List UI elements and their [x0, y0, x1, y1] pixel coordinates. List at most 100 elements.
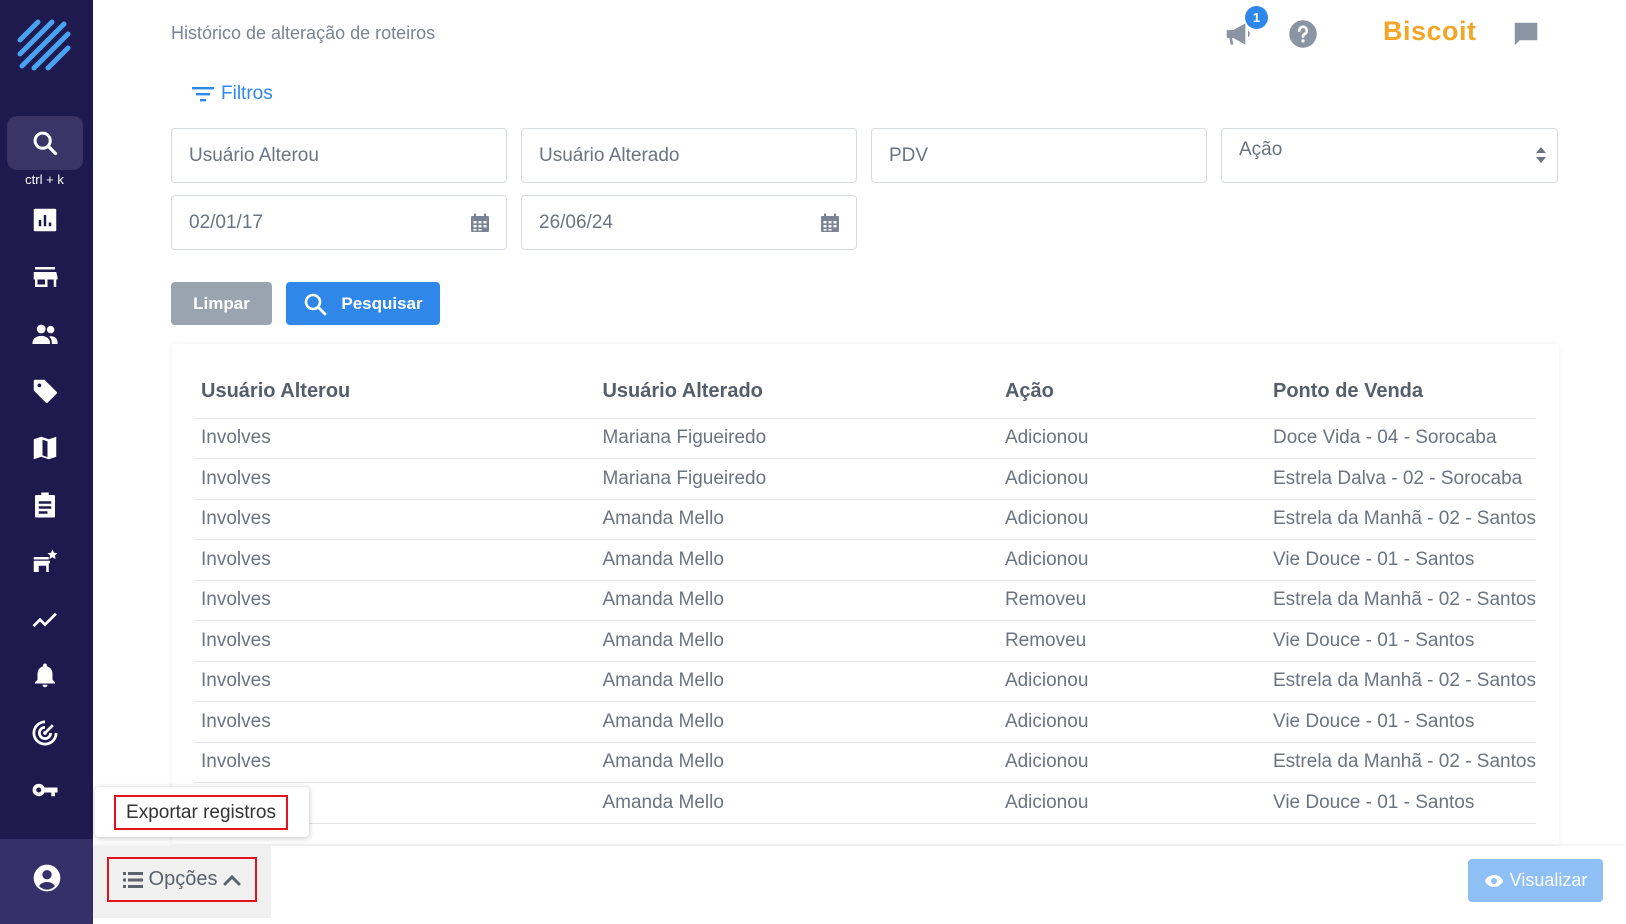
table-row[interactable]: InvolvesAmanda MelloAdicionouVie Douce -…: [194, 701, 1536, 743]
usuario-alterado-field[interactable]: [521, 128, 857, 183]
calendar-icon[interactable]: [470, 213, 490, 233]
chat-button[interactable]: [1508, 16, 1544, 52]
options-menu: Exportar registros: [95, 787, 309, 837]
acao-select[interactable]: Ação: [1221, 128, 1558, 183]
store-star-icon: [33, 549, 57, 572]
calendar-icon[interactable]: [820, 213, 840, 233]
logo-icon[interactable]: [16, 18, 74, 76]
table-cell: Involves: [194, 580, 596, 621]
table-row[interactable]: Involves Amanda Mello Removeu Vie Douce - 0…: [194, 620, 1536, 662]
table-cell: Amanda Mello: [595, 580, 998, 621]
help-button[interactable]: [1285, 16, 1321, 52]
table-cell: Involves: [194, 418, 596, 459]
table-cell: Involves: [194, 661, 596, 702]
brand-logo: Biscoit: [1383, 16, 1477, 46]
sidebar-item-map[interactable]: [0, 427, 89, 469]
table-cell: Adicionou: [997, 742, 1266, 783]
table-cell: Adicionou: [997, 458, 1266, 500]
sidebar-item-stores[interactable]: [0, 256, 89, 298]
table-cell: Involves: [194, 701, 596, 743]
store-icon: [33, 267, 57, 287]
list-icon: [122, 871, 143, 888]
table-row[interactable]: InvolvesAmanda MelloAdicionouVie Douce -…: [194, 782, 1536, 824]
table-row[interactable]: Involves Amanda Mello Adicionou Estrela da …: [194, 661, 1536, 702]
select-arrows-icon: [1536, 147, 1546, 163]
sidebar-item-store-favorites[interactable]: [0, 541, 89, 583]
sidebar-item-access[interactable]: [0, 769, 89, 811]
table-cell: Estrela da Manhã - 02 - Santos: [1265, 580, 1536, 621]
sidebar-item-radar[interactable]: [0, 712, 89, 754]
view-button[interactable]: Visualizar: [1468, 859, 1603, 902]
sidebar-item-people[interactable]: [0, 313, 89, 355]
clipboard-icon: [34, 492, 55, 518]
table-row[interactable]: Involves Mariana Figueiredo Adicionou Doce …: [194, 418, 1536, 459]
table-cell: Vie Douce - 01 - Santos: [1265, 539, 1536, 581]
table-cell: Adicionou: [997, 539, 1266, 581]
date-start-value: 02/01/17: [189, 211, 263, 233]
export-records-item[interactable]: Exportar registros: [114, 795, 288, 830]
date-end-field[interactable]: 26/06/24: [521, 195, 857, 250]
help-icon: [1289, 20, 1317, 48]
filters-toggle[interactable]: Filtros: [191, 83, 273, 105]
table-cell: Adicionou: [997, 701, 1266, 743]
table-cell: Adicionou: [997, 782, 1266, 824]
table-cell: Mariana Figueiredo: [595, 418, 998, 459]
table-cell: Amanda Mello: [595, 620, 998, 662]
radar-icon: [32, 720, 57, 746]
table-row[interactable]: Involves Mariana Figueiredo Adicionou Estre…: [194, 458, 1536, 500]
sidebar-item-notifications[interactable]: [0, 655, 89, 697]
search-icon: [33, 131, 58, 156]
table-header-row: Usuário Alterou Usuário Alterado Ação Po…: [194, 366, 1536, 419]
results-table: Usuário Alterou Usuário Alterado Ação Po…: [194, 366, 1536, 824]
eye-icon: [1484, 874, 1503, 887]
column-header[interactable]: Ponto de Venda: [1265, 366, 1536, 419]
pdv-input[interactable]: [889, 144, 1206, 167]
people-icon: [32, 324, 57, 344]
column-header[interactable]: Ação: [997, 366, 1266, 419]
table-cell: Estrela Dalva - 02 - Sorocaba: [1265, 458, 1536, 500]
date-end-value: 26/06/24: [539, 211, 613, 233]
table-row[interactable]: Involves Amanda Mello Adicionou Estrela da …: [194, 742, 1536, 783]
options-button[interactable]: Opções: [107, 857, 257, 902]
table-cell: Adicionou: [997, 499, 1266, 540]
column-header[interactable]: Usuário Alterou: [194, 366, 596, 419]
usuario-alterou-input[interactable]: [189, 144, 506, 167]
notification-badge: 1: [1245, 6, 1268, 29]
options-label: Opções: [148, 868, 218, 890]
filters-label: Filtros: [221, 83, 273, 104]
table-cell: Doce Vida - 04 - Sorocaba: [1265, 418, 1536, 459]
view-button-label: Visualizar: [1509, 870, 1588, 890]
search-icon: [305, 293, 327, 315]
sidebar-item-tags[interactable]: [0, 370, 89, 412]
column-header[interactable]: Usuário Alterado: [595, 366, 998, 419]
sidebar-search-button[interactable]: [7, 116, 83, 170]
sidebar-item-reports[interactable]: [0, 484, 89, 526]
pdv-field[interactable]: [871, 128, 1207, 183]
table-cell: Estrela da Manhã - 02 - Santos: [1265, 661, 1536, 702]
date-start-field[interactable]: 02/01/17: [171, 195, 507, 250]
sidebar-item-dashboard[interactable]: [0, 199, 89, 241]
filter-icon: [192, 87, 214, 102]
table-cell: Involves: [194, 499, 596, 540]
bar-chart-icon: [33, 208, 56, 232]
chevron-up-icon: [223, 874, 241, 885]
table-cell: Involves: [194, 742, 596, 783]
table-row[interactable]: Involves Amanda Mello Adicionou Estrela da …: [194, 499, 1536, 540]
table-cell: Amanda Mello: [595, 539, 998, 581]
usuario-alterou-field[interactable]: [171, 128, 507, 183]
clear-button[interactable]: Limpar: [171, 282, 272, 325]
table-cell: Amanda Mello: [595, 782, 998, 824]
bottom-action-bar: [93, 846, 1626, 924]
table-cell: Vie Douce - 01 - Santos: [1265, 701, 1536, 743]
table-row[interactable]: Involves Amanda Mello Removeu Estrela da Ma…: [194, 580, 1536, 621]
chat-icon: [1514, 22, 1538, 46]
table-cell: Involves: [194, 620, 596, 662]
results-card: Usuário Alterou Usuário Alterado Ação Po…: [172, 344, 1559, 844]
table-cell: Involves: [194, 458, 596, 500]
usuario-alterado-input[interactable]: [539, 144, 856, 167]
table-row[interactable]: InvolvesAmanda MelloAdicionouVie Douce -…: [194, 539, 1536, 581]
key-icon: [32, 783, 57, 797]
sidebar-item-analytics[interactable]: [0, 598, 89, 640]
search-button[interactable]: Pesquisar: [286, 282, 440, 325]
sidebar-profile-button[interactable]: [0, 839, 93, 924]
